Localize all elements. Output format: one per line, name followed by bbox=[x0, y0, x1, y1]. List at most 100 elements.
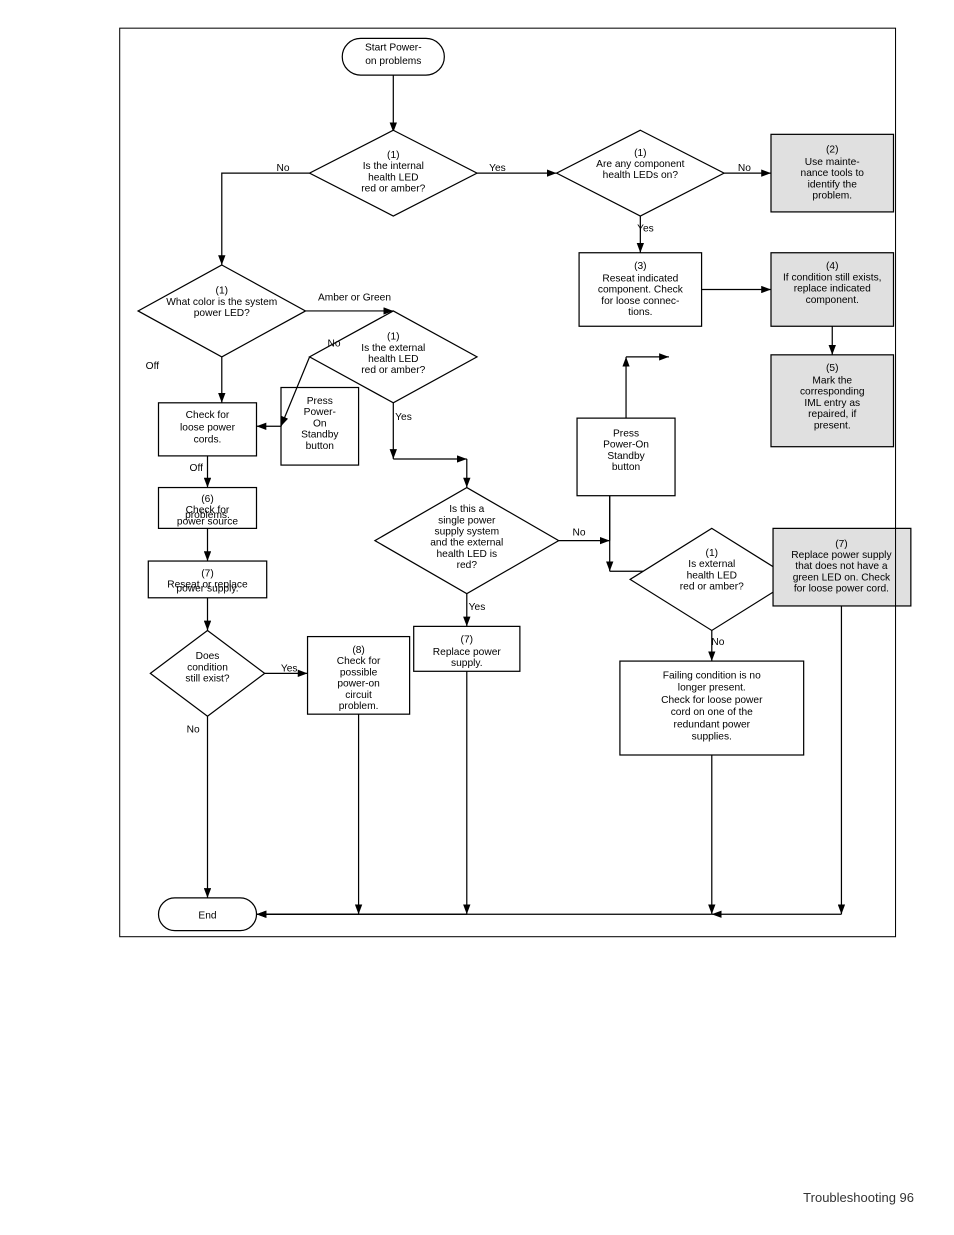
box5-label0: (5) bbox=[826, 363, 838, 374]
box-press2-label1: Press bbox=[613, 429, 639, 440]
qext-no-label: No bbox=[711, 637, 724, 648]
box-press2-label4: button bbox=[612, 462, 640, 473]
box-fail-label3: Check for loose power bbox=[661, 695, 763, 706]
box2-label1: Use mainte- bbox=[805, 157, 860, 168]
q1c-amber-label: Amber or Green bbox=[318, 293, 391, 304]
box-press1-label2: Power- bbox=[304, 407, 336, 418]
qcond-yes-label: Yes bbox=[281, 663, 298, 674]
box5-label1: Mark the bbox=[812, 375, 852, 386]
q1c-label2: power LED? bbox=[194, 308, 250, 319]
q1a-yes-label: Yes bbox=[489, 163, 506, 174]
box-fail-label2: longer present. bbox=[678, 683, 746, 694]
box-press1-label4: Standby bbox=[301, 430, 339, 441]
box7a-label3: power supply. bbox=[176, 584, 238, 595]
q1a-label3: red or amber? bbox=[361, 183, 425, 194]
box7c-label3: supply. bbox=[451, 658, 483, 669]
qsingle-label3: and the external bbox=[430, 538, 503, 549]
box6-label3: problems. bbox=[185, 510, 230, 521]
q1a-label0: (1) bbox=[387, 150, 399, 161]
q1d-no-label: No bbox=[328, 339, 341, 350]
q1d-yes-label: Yes bbox=[395, 412, 412, 423]
start-label: Start Power- bbox=[365, 43, 422, 54]
box4-label1: If condition still exists, bbox=[783, 272, 882, 283]
box3-label3: for loose connec- bbox=[601, 296, 679, 307]
box-press2-label2: Power-On bbox=[603, 440, 649, 451]
box3-label1: Reseat indicated bbox=[602, 273, 678, 284]
start-label2: on problems bbox=[365, 56, 421, 67]
box-press1-label3: On bbox=[313, 418, 327, 429]
box5-label2: corresponding bbox=[800, 387, 865, 398]
box4-label3: component. bbox=[806, 295, 859, 306]
box-fail-label1: Failing condition is no bbox=[663, 670, 761, 681]
box2-label4: problem. bbox=[812, 191, 852, 202]
q1d-label3: red or amber? bbox=[361, 365, 425, 376]
q1c-label0: (1) bbox=[216, 286, 228, 297]
page: text { font-family: Arial, Helvetica, sa… bbox=[0, 0, 954, 1235]
box2-label0: (2) bbox=[826, 145, 838, 156]
q1b-label1: Are any component bbox=[596, 159, 685, 170]
box7b-label3: green LED on. Check bbox=[793, 572, 891, 583]
q1b-yes-label: Yes bbox=[637, 223, 654, 234]
box4-label0: (4) bbox=[826, 261, 838, 272]
qsingle-label4: health LED is bbox=[436, 549, 497, 560]
qext-label0: (1) bbox=[706, 548, 718, 559]
q1c-off-label: Off bbox=[146, 361, 160, 372]
qsingle-yes-label: Yes bbox=[469, 602, 486, 613]
q1d-label2: health LED bbox=[368, 354, 418, 365]
box8-label1: Check for bbox=[337, 656, 381, 667]
box-fail-label6: supplies. bbox=[692, 732, 732, 743]
footer-text: Troubleshooting 96 bbox=[803, 1190, 914, 1205]
q1d-label0: (1) bbox=[387, 332, 399, 343]
qcond-label1: condition bbox=[187, 662, 228, 673]
qcond-no-label: No bbox=[187, 725, 200, 736]
box-loose-label3: cords. bbox=[194, 435, 222, 446]
qcond-label0: Does bbox=[196, 651, 220, 662]
box7b-label4: for loose power cord. bbox=[794, 584, 889, 595]
box2-label3: identify the bbox=[808, 179, 858, 190]
box8-label2: possible bbox=[340, 667, 378, 678]
box5-label5: present. bbox=[814, 420, 851, 431]
box7b-label0: (7) bbox=[835, 539, 847, 550]
diagram-container: text { font-family: Arial, Helvetica, sa… bbox=[27, 20, 927, 1000]
qext-label2: health LED bbox=[687, 570, 737, 581]
box7b-label1: Replace power supply bbox=[791, 550, 892, 561]
qsingle-label2: supply system bbox=[435, 527, 500, 538]
box7c-label1: (7) bbox=[461, 635, 473, 646]
box2-label2: nance tools to bbox=[801, 168, 865, 179]
q1a-label1: Is the internal bbox=[363, 161, 424, 172]
box-press1-label5: button bbox=[306, 441, 334, 452]
qsingle-label1: single power bbox=[438, 515, 496, 526]
qsingle-label0: Is this a bbox=[449, 504, 484, 515]
flowchart-svg: text { font-family: Arial, Helvetica, sa… bbox=[27, 20, 927, 1000]
qext-label1: Is external bbox=[688, 559, 735, 570]
box3-label4: tions. bbox=[628, 307, 652, 318]
box-loose-label2: loose power bbox=[180, 422, 236, 433]
box7c-label2: Replace power bbox=[433, 647, 502, 658]
box3-label0: (3) bbox=[634, 261, 646, 272]
box-fail-label5: redundant power bbox=[674, 719, 751, 730]
box8-label3: power-on bbox=[337, 679, 379, 690]
box5-label4: repaired, if bbox=[808, 409, 856, 420]
box4-label2: replace indicated bbox=[794, 284, 871, 295]
box7a-label1: (7) bbox=[201, 568, 213, 579]
box5-label3: IML entry as bbox=[804, 398, 860, 409]
box-loose-label1: Check for bbox=[186, 410, 230, 421]
q1b-label0: (1) bbox=[634, 148, 646, 159]
box-fail-label4: cord on one of the bbox=[671, 707, 753, 718]
off2-label: Off bbox=[190, 463, 204, 474]
end-label: End bbox=[198, 910, 216, 921]
qext-label3: red or amber? bbox=[680, 582, 744, 593]
q1a-no-label: No bbox=[277, 163, 290, 174]
q1a-label2: health LED bbox=[368, 172, 418, 183]
q1b-label2: health LEDs on? bbox=[603, 170, 679, 181]
box8-label4: circuit bbox=[345, 690, 372, 701]
q1b-no-label: No bbox=[738, 163, 751, 174]
footer: Troubleshooting 96 bbox=[803, 1190, 914, 1205]
qsingle-label5: red? bbox=[457, 560, 478, 571]
q1c-label1: What color is the system bbox=[166, 297, 277, 308]
box3-label2: component. Check bbox=[598, 285, 684, 296]
box8-label0: (8) bbox=[352, 645, 364, 656]
box8-label5: problem. bbox=[339, 701, 379, 712]
q1d-label1: Is the external bbox=[361, 343, 425, 354]
qsingle-no-label: No bbox=[573, 528, 586, 539]
